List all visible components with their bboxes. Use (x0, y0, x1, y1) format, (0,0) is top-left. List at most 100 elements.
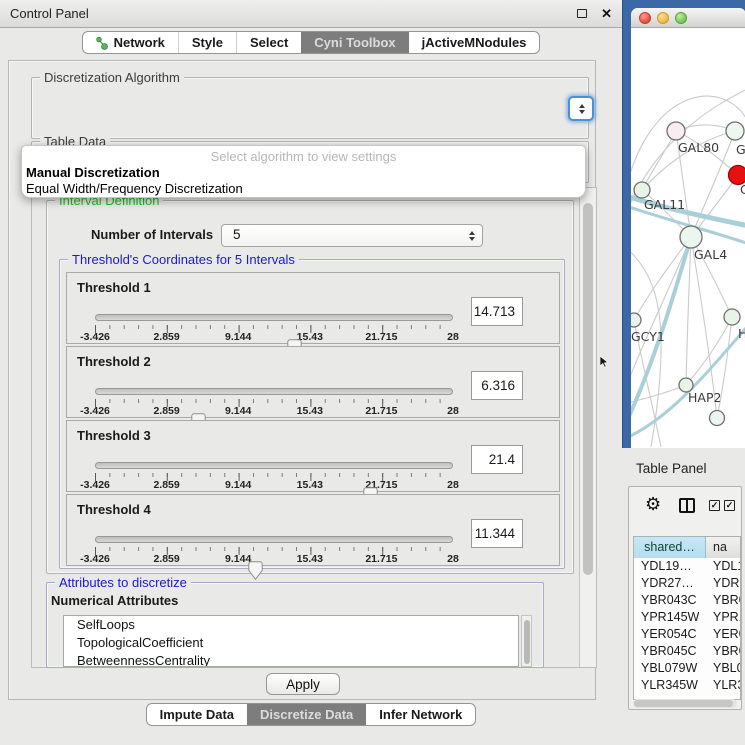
bottom-tab-row: Impute DataDiscretize Data Infer Network (0, 703, 622, 726)
table-panel: ⚙ ✓ ✓ shared… na YDL19…YDL1YDR27…YDR2YBR… (628, 486, 742, 710)
tab-impute-data[interactable]: Impute Data (147, 704, 247, 725)
scrollbar-thumb[interactable] (524, 620, 530, 664)
threshold-value-field[interactable]: 6.316 (471, 371, 523, 400)
table-row[interactable]: YDL19…YDL1 (634, 558, 740, 575)
attributes-scrollbar[interactable] (521, 615, 532, 667)
control-panel-titlebar: Control Panel ✕ (0, 0, 622, 28)
tab-network[interactable]: Network (83, 32, 178, 53)
column-header-name[interactable]: na (706, 537, 740, 558)
network-view-window: GAL80GACGAL11GAL4GCY1HHAP2 (631, 8, 745, 448)
settings-vertical-scrollbar[interactable] (579, 188, 596, 667)
network-node[interactable] (726, 122, 744, 140)
node-table: shared… na YDL19…YDL1YDR27…YDR2YBR043CYB… (633, 536, 741, 700)
tab-label: Infer Network (379, 707, 462, 722)
top-tabstrip: Network Style SelectCyni ToolboxjActiveMNo… (82, 31, 541, 54)
tick-label: 15.43 (297, 479, 323, 491)
tab-label: Style (192, 35, 223, 50)
split-table-icon[interactable] (679, 498, 695, 513)
mouse-cursor (600, 356, 609, 368)
table-cell: YLR3 (706, 677, 740, 690)
tick-label: -3.426 (80, 405, 110, 417)
zoom-traffic-light[interactable] (675, 12, 687, 24)
threshold-stack: Threshold 1-3.4262.8599.14415.4321.71528… (66, 272, 560, 568)
tab-cyni-toolbox[interactable]: Cyni Toolbox (301, 32, 408, 53)
tab-select[interactable]: Select (236, 32, 301, 53)
table-rows: YDL19…YDL1YDR27…YDR2YBR043CYBR0YPR145WYP… (634, 558, 740, 690)
threshold-slider[interactable]: -3.4262.8599.14415.4321.71528 (95, 273, 453, 345)
network-node[interactable] (631, 313, 641, 327)
slider-track[interactable] (95, 462, 453, 469)
tick-label: 2.859 (153, 405, 179, 417)
minimize-traffic-light[interactable] (657, 12, 669, 24)
tab-style[interactable]: Style (178, 32, 236, 53)
dropdown-option-manual-discretization[interactable]: Manual Discretization (26, 165, 581, 181)
table-cell: YPR145W (634, 609, 706, 626)
tick-label: 15.43 (297, 405, 323, 417)
threshold-slider[interactable]: -3.4262.8599.14415.4321.71528 (95, 347, 453, 419)
algorithm-combobox[interactable] (568, 96, 594, 121)
apply-button[interactable]: Apply (266, 673, 340, 695)
attribute-item-selfloops[interactable]: SelfLoops (64, 616, 518, 634)
threshold-value-field[interactable]: 21.4 (471, 445, 523, 474)
threshold-value-field[interactable]: 11.344 (471, 519, 523, 548)
threshold-value-field[interactable]: 14.713 (471, 297, 523, 326)
slider-thumb[interactable] (256, 528, 271, 547)
threshold-slider[interactable]: -3.4262.8599.14415.4321.71528 (95, 495, 453, 567)
slider-thumb[interactable] (198, 380, 213, 399)
slider-track[interactable] (95, 536, 453, 543)
float-window-icon[interactable] (577, 9, 587, 18)
table-row[interactable]: YLR345WYLR3 (634, 677, 740, 690)
table-row[interactable]: YPR145WYPR1 (634, 609, 740, 626)
slider-thumb[interactable] (294, 306, 309, 325)
network-node[interactable] (680, 226, 702, 248)
network-window-frame: GAL80GACGAL11GAL4GCY1HHAP2 (622, 0, 745, 448)
table-header: shared… na (634, 537, 740, 558)
table-row[interactable]: YDR27…YDR2 (634, 575, 740, 592)
table-cell: YBR045C (634, 643, 706, 660)
table-row[interactable]: YBR043CYBR0 (634, 592, 740, 609)
attributes-list[interactable]: SelfLoopsTopologicalCoefficientBetweenne… (63, 615, 519, 667)
checkbox-icon[interactable]: ✓ (724, 500, 735, 511)
threshold-slider[interactable]: -3.4262.8599.14415.4321.71528 (95, 421, 453, 493)
network-node[interactable] (710, 411, 725, 426)
slider-thumb[interactable] (370, 454, 385, 473)
tick-label: -3.426 (80, 479, 110, 491)
network-node[interactable] (634, 182, 650, 198)
table-cell: YBL0 (706, 660, 740, 677)
column-header-shared-name[interactable]: shared… (634, 537, 706, 558)
slider-track[interactable] (95, 388, 453, 395)
table-horizontal-scrollbar[interactable] (633, 699, 737, 708)
threshold-panel-1: Threshold 1-3.4262.8599.14415.4321.71528… (66, 272, 560, 344)
scrollbar-thumb[interactable] (634, 700, 733, 707)
scrollbar-thumb[interactable] (583, 203, 593, 575)
table-row[interactable]: YER054CYER0 (634, 626, 740, 643)
table-cell: YLR345W (634, 677, 706, 690)
tab-infer-network[interactable]: Infer Network (366, 704, 475, 725)
numerical-attributes-label: Numerical Attributes (51, 593, 178, 608)
slider-major-ticks (95, 325, 454, 333)
attribute-item-topologicalcoefficient[interactable]: TopologicalCoefficient (64, 634, 518, 652)
table-row[interactable]: YBL079WYBL0 (634, 660, 740, 677)
network-canvas[interactable]: GAL80GACGAL11GAL4GCY1HHAP2 (631, 28, 745, 447)
network-window-titlebar[interactable] (631, 8, 745, 28)
tick-label: 28 (447, 479, 459, 491)
checkbox-icon[interactable]: ✓ (709, 500, 720, 511)
number-of-intervals-combobox[interactable]: 5 (221, 224, 483, 247)
panel-title: Control Panel (10, 6, 89, 21)
threshold-coordinates-group: Threshold's Coordinates for 5 Intervals … (59, 259, 565, 569)
close-traffic-light[interactable] (639, 12, 651, 24)
network-node[interactable] (667, 122, 685, 140)
close-icon[interactable]: ✕ (601, 6, 612, 22)
attribute-item-betweennesscentrality[interactable]: BetweennessCentrality (64, 652, 518, 667)
dropdown-option-equal-width-frequency-discretization[interactable]: Equal Width/Frequency Discretization (26, 181, 581, 197)
combobox-value: 5 (233, 227, 241, 242)
network-node[interactable] (724, 309, 740, 325)
group-title: Threshold's Coordinates for 5 Intervals (68, 252, 299, 267)
slider-track[interactable] (95, 314, 453, 321)
tab-discretize-data[interactable]: Discretize Data (247, 704, 366, 725)
table-cell: YBR0 (706, 643, 740, 660)
tick-label: 15.43 (297, 553, 323, 565)
gear-icon[interactable]: ⚙ (645, 495, 661, 513)
table-row[interactable]: YBR045CYBR0 (634, 643, 740, 660)
tab-jactivemnodules[interactable]: jActiveMNodules (409, 32, 540, 53)
